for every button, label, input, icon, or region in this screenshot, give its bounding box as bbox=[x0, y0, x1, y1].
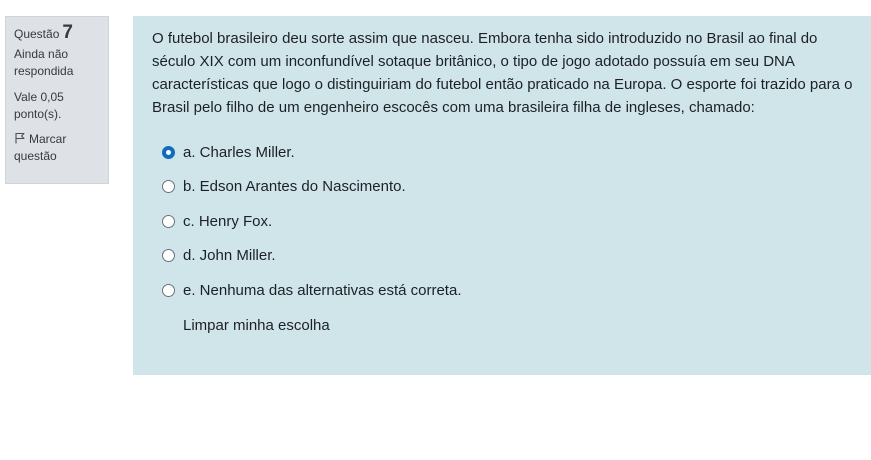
question-state: Ainda não respondida bbox=[14, 47, 74, 78]
answer-label-e: e. Nenhuma das alternativas está correta… bbox=[183, 281, 462, 299]
answer-option-b[interactable]: b. Edson Arantes do Nascimento. bbox=[152, 170, 855, 205]
question-info-panel: Questão 7 Ainda não respondida Vale 0,05… bbox=[5, 16, 109, 184]
answer-label-a: a. Charles Miller. bbox=[183, 143, 295, 161]
question-text: O futebol brasileiro deu sorte assim que… bbox=[152, 30, 853, 116]
radio-option-c[interactable] bbox=[162, 214, 175, 228]
answer-label-d: d. John Miller. bbox=[183, 247, 276, 265]
answer-option-a[interactable]: a. Charles Miller. bbox=[152, 135, 855, 170]
flag-question-link[interactable]: Marcar questão bbox=[14, 131, 100, 165]
clear-choice-link[interactable]: Limpar minha escolha bbox=[183, 317, 330, 334]
answer-option-d[interactable]: d. John Miller. bbox=[152, 239, 855, 274]
answer-option-c[interactable]: c. Henry Fox. bbox=[152, 204, 855, 239]
answer-label-c: c. Henry Fox. bbox=[183, 212, 273, 230]
radio-option-b[interactable] bbox=[162, 180, 175, 194]
radio-option-e[interactable] bbox=[162, 283, 175, 297]
radio-option-a[interactable] bbox=[162, 145, 175, 159]
answer-option-e[interactable]: e. Nenhuma das alternativas está correta… bbox=[152, 273, 855, 308]
radio-option-d[interactable] bbox=[162, 249, 175, 263]
question-content: O futebol brasileiro deu sorte assim que… bbox=[133, 16, 871, 375]
question-number: 7 bbox=[62, 22, 73, 43]
question-label: Questão bbox=[14, 27, 60, 41]
answer-options: a. Charles Miller. b. Edson Arantes do N… bbox=[152, 135, 855, 308]
answer-label-b: b. Edson Arantes do Nascimento. bbox=[183, 178, 406, 196]
flag-icon bbox=[14, 132, 26, 144]
question-number-row: Questão 7 bbox=[14, 22, 100, 43]
question-grade: Vale 0,05 ponto(s). bbox=[14, 90, 64, 121]
